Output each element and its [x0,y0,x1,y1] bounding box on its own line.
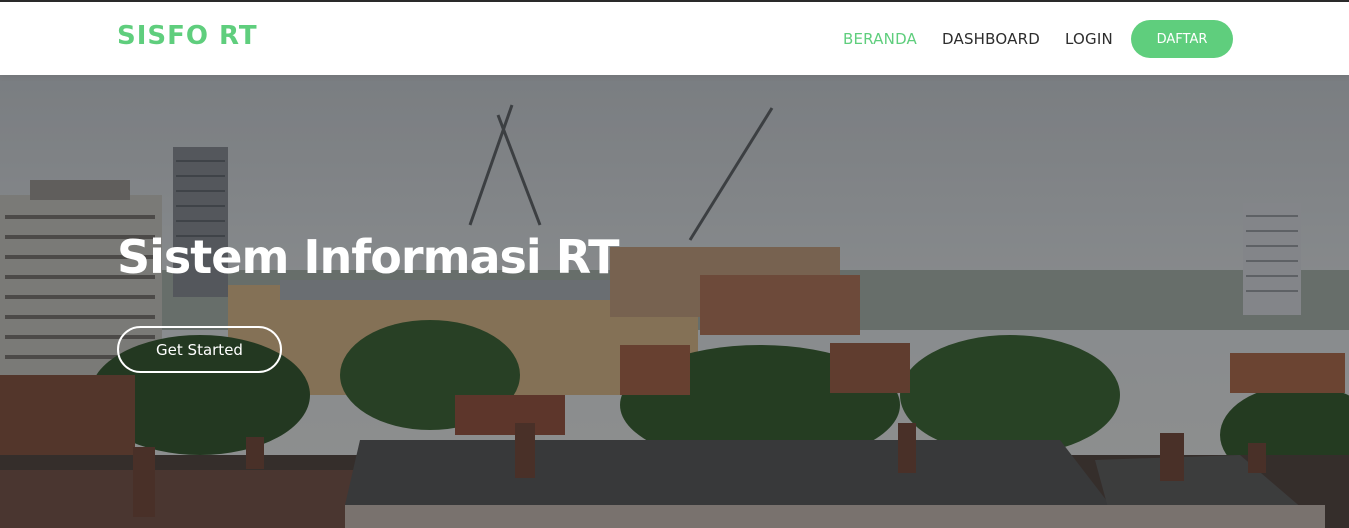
daftar-button[interactable]: DAFTAR [1131,20,1233,58]
hero-section: Sistem Informasi RT Get Started [0,75,1349,528]
hero-title: Sistem Informasi RT [117,230,619,284]
brand-logo[interactable]: SISFO RT [117,21,258,51]
hero-dark-overlay [0,75,1349,528]
nav-link-dashboard[interactable]: DASHBOARD [942,30,1040,48]
nav-link-beranda[interactable]: BERANDA [843,30,917,48]
nav-link-login[interactable]: LOGIN [1065,30,1113,48]
get-started-button[interactable]: Get Started [117,326,282,373]
navbar: SISFO RT BERANDA DASHBOARD LOGIN DAFTAR [0,2,1349,75]
